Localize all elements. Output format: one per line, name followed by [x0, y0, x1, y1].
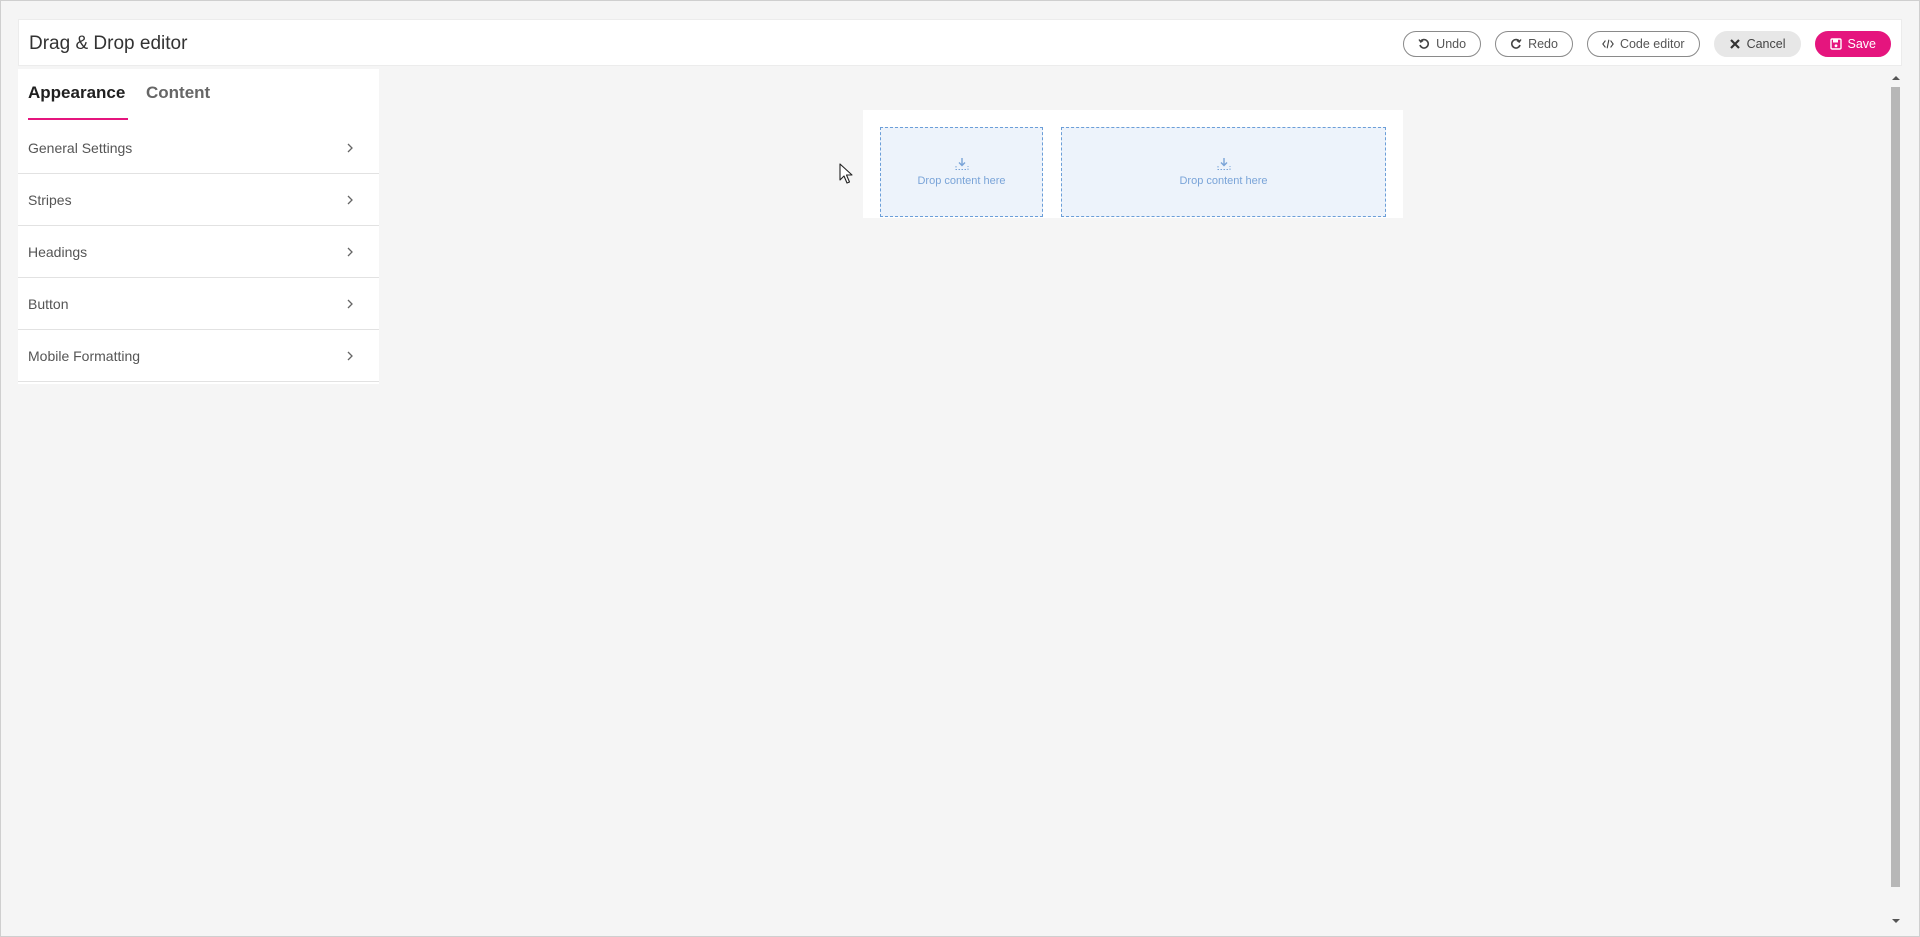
sidebar-item-stripes[interactable]: Stripes	[18, 174, 379, 226]
email-row[interactable]: Drop content here Drop content here	[863, 110, 1403, 218]
sidebar-item-headings[interactable]: Headings	[18, 226, 379, 278]
code-icon	[1602, 39, 1614, 49]
page-title: Drag & Drop editor	[29, 33, 188, 54]
scroll-up-arrow-icon[interactable]	[1891, 73, 1901, 83]
cancel-button[interactable]: Cancel	[1713, 31, 1801, 57]
dropzone-label: Drop content here	[917, 175, 1006, 187]
tab-appearance[interactable]: Appearance	[28, 83, 125, 103]
dropzone-column-1[interactable]: Drop content here	[880, 127, 1043, 217]
chevron-right-icon	[347, 247, 353, 256]
sidebar-tabs: Appearance Content	[18, 69, 379, 121]
settings-sidebar: Appearance Content General Settings Stri…	[18, 69, 379, 384]
floppy-disk-icon	[1829, 38, 1842, 50]
chevron-right-icon	[347, 299, 353, 308]
tab-content[interactable]: Content	[146, 83, 210, 103]
editor-canvas: Drop content here Drop content here	[379, 69, 1888, 921]
close-icon	[1729, 39, 1740, 49]
mouse-cursor-icon	[839, 163, 853, 184]
settings-accordion: General Settings Stripes Headings Button…	[18, 122, 379, 382]
chevron-right-icon	[347, 195, 353, 204]
undo-button[interactable]: Undo	[1403, 31, 1482, 57]
editor-header: Drag & Drop editor Undo Redo Code editor…	[18, 19, 1902, 66]
sidebar-item-label: Stripes	[28, 191, 72, 208]
code-editor-button[interactable]: Code editor	[1586, 31, 1700, 57]
code-editor-label: Code editor	[1619, 37, 1685, 51]
header-actions: Undo Redo Code editor Cancel Save	[1403, 31, 1891, 57]
undo-label: Undo	[1436, 37, 1467, 51]
undo-icon	[1418, 38, 1430, 49]
sidebar-item-label: Headings	[28, 243, 88, 260]
sidebar-item-button[interactable]: Button	[18, 278, 379, 330]
save-label: Save	[1847, 37, 1877, 51]
vertical-scrollbar[interactable]	[1887, 69, 1904, 926]
dropzone-label: Drop content here	[1179, 175, 1268, 187]
cancel-label: Cancel	[1746, 37, 1786, 51]
redo-button[interactable]: Redo	[1495, 31, 1573, 57]
active-tab-indicator	[28, 118, 128, 120]
sidebar-item-label: Mobile Formatting	[28, 347, 141, 364]
sidebar-item-mobile-formatting[interactable]: Mobile Formatting	[18, 330, 379, 382]
download-icon	[955, 158, 968, 170]
scrollbar-thumb[interactable]	[1891, 87, 1900, 887]
redo-icon	[1511, 38, 1522, 49]
sidebar-item-label: Button	[28, 295, 69, 312]
scroll-down-arrow-icon[interactable]	[1891, 916, 1901, 926]
sidebar-item-label: General Settings	[28, 139, 133, 156]
save-button[interactable]: Save	[1814, 31, 1891, 57]
sidebar-item-general-settings[interactable]: General Settings	[18, 122, 379, 174]
chevron-right-icon	[347, 351, 353, 360]
dropzone-column-2[interactable]: Drop content here	[1061, 127, 1386, 217]
download-icon	[1217, 158, 1230, 170]
app-window: Drag & Drop editor Undo Redo Code editor…	[0, 0, 1920, 937]
redo-label: Redo	[1528, 37, 1558, 51]
chevron-right-icon	[347, 143, 353, 152]
